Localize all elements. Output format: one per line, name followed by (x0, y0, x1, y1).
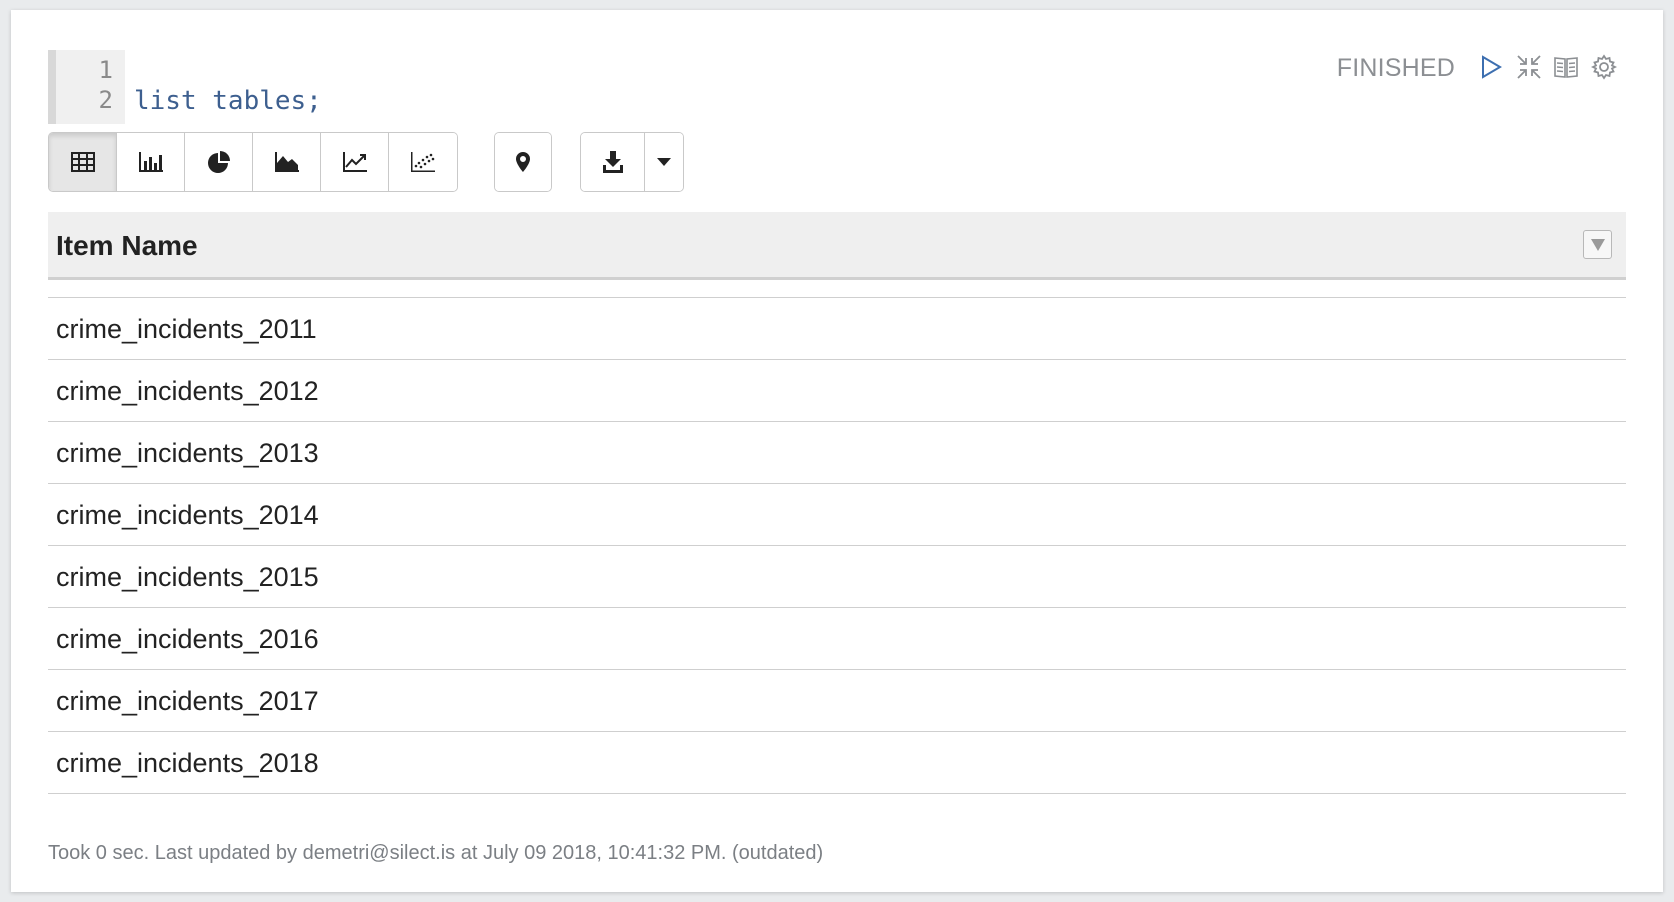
table-row[interactable]: crime_incidents_2011 (48, 298, 1626, 360)
column-menu-button[interactable] (1583, 230, 1612, 259)
download-options-dropdown[interactable] (645, 133, 683, 191)
table-cell: crime_incidents_2013 (56, 438, 319, 468)
collapse-icon[interactable] (1512, 50, 1546, 84)
table-cell: crime_incidents_2014 (56, 500, 319, 530)
table-view-button[interactable] (49, 133, 117, 191)
download-button[interactable] (581, 133, 645, 191)
run-icon[interactable] (1474, 50, 1508, 84)
code-editor[interactable]: 1 2 list tables; (48, 50, 1348, 124)
table-row[interactable]: crime_incidents_2016 (48, 608, 1626, 670)
scatter-chart-icon (411, 152, 435, 172)
results-table: Item Name crime_incidents_2011 crime_inc… (48, 212, 1626, 814)
paragraph-footer: Took 0 sec. Last updated by demetri@sile… (48, 842, 824, 864)
bar-chart-icon (138, 152, 163, 172)
line-chart-button[interactable] (321, 133, 389, 191)
download-toolbar (580, 132, 684, 192)
table-cell: crime_incidents_2018 (56, 748, 319, 778)
line-chart-icon (342, 152, 367, 172)
table-row[interactable]: crime_incidents_2015 (48, 546, 1626, 608)
status-label: FINISHED (1336, 54, 1455, 82)
gear-icon[interactable] (1587, 50, 1621, 84)
download-icon (602, 151, 623, 173)
table-cell: crime_incidents_2012 (56, 376, 319, 406)
scatter-chart-button[interactable] (389, 133, 457, 191)
table-row[interactable]: crime_incidents_2013 (48, 422, 1626, 484)
map-toolbar (494, 132, 552, 192)
column-header-item-name[interactable]: Item Name (56, 230, 198, 262)
visualization-toolbar (48, 132, 458, 192)
line-number: 1 (98, 56, 113, 84)
bar-chart-button[interactable] (117, 133, 185, 191)
table-row[interactable]: crime_incidents_2014 (48, 484, 1626, 546)
pie-chart-icon (207, 151, 230, 173)
table-icon (70, 152, 95, 172)
caret-down-icon (657, 158, 671, 166)
map-view-button[interactable] (495, 133, 551, 191)
filter-caret-icon (1590, 238, 1605, 251)
paragraph-panel: 1 2 list tables; FINISHED Item Name crim… (11, 10, 1663, 892)
code-line[interactable]: list tables; (134, 86, 322, 116)
area-chart-button[interactable] (253, 133, 321, 191)
area-chart-icon (274, 152, 299, 172)
book-icon[interactable] (1549, 50, 1583, 84)
table-header: Item Name (48, 212, 1626, 280)
table-cell: crime_incidents_2017 (56, 686, 319, 716)
table-cell: crime_incidents_2011 (56, 314, 317, 344)
editor-gutter: 1 2 (48, 50, 125, 124)
table-cell: crime_incidents_2015 (56, 562, 319, 592)
table-row[interactable]: crime_incidents_2018 (48, 732, 1626, 794)
table-cell: crime_incidents_2016 (56, 624, 319, 654)
table-row[interactable]: crime_incidents_2012 (48, 360, 1626, 422)
pie-chart-button[interactable] (185, 133, 253, 191)
table-row[interactable]: crime_incidents_2017 (48, 670, 1626, 732)
line-number: 2 (98, 86, 113, 114)
map-pin-icon (516, 152, 530, 172)
